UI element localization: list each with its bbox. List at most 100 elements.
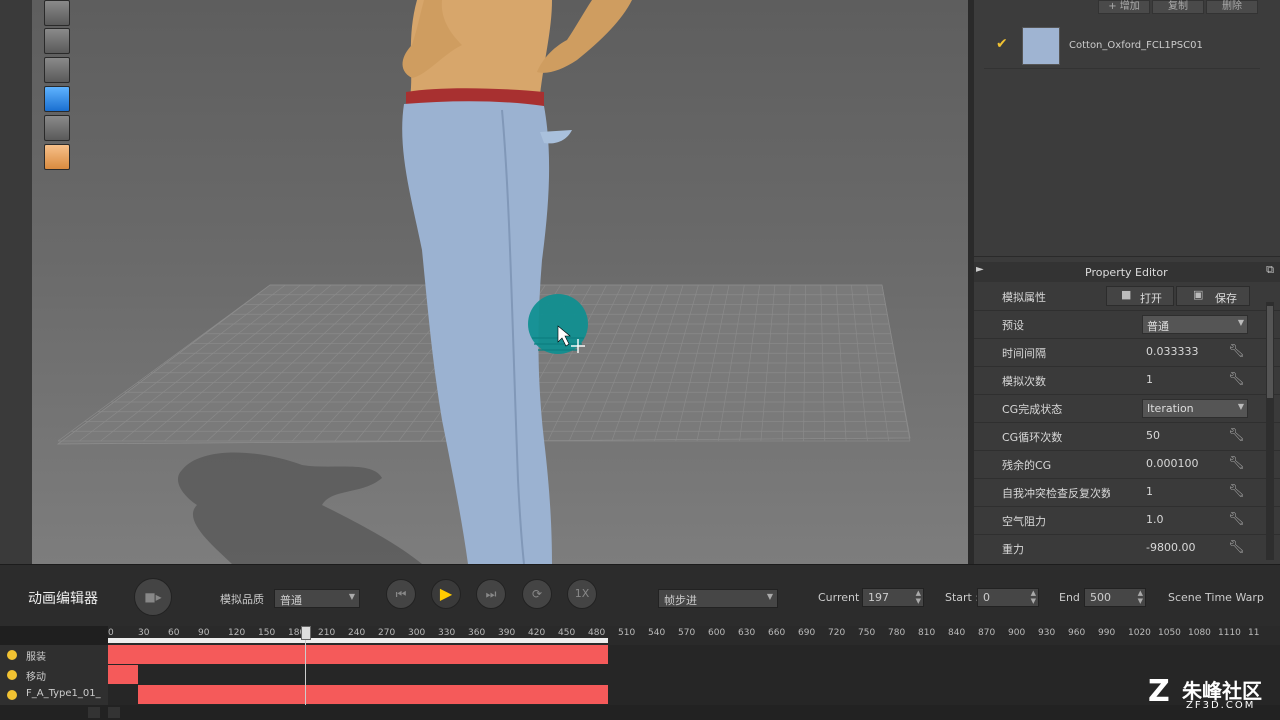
property-value[interactable]: 0.000100 (1146, 457, 1199, 470)
shirt-icon[interactable] (44, 28, 70, 54)
timeline-scrollbar[interactable] (0, 705, 1280, 720)
skip-back-button[interactable]: ⏮︎ (386, 579, 416, 609)
spinner-icon[interactable]: ▲ ▼ (916, 589, 921, 605)
wrench-icon[interactable]: 🔧︎ (1228, 456, 1245, 471)
property-value[interactable]: 0.033333 (1146, 345, 1199, 358)
playhead-handle[interactable] (301, 626, 311, 640)
track-clip[interactable] (138, 685, 608, 704)
fabric-swatch (1022, 27, 1060, 65)
play-button[interactable]: ▶ (431, 579, 461, 609)
property-value[interactable]: -9800.00 (1146, 541, 1195, 554)
cloth-icon[interactable] (44, 115, 70, 141)
cube-icon[interactable] (44, 86, 70, 112)
track-name: F_A_Type1_01_ (26, 688, 101, 699)
track-visibility-dot[interactable] (7, 670, 17, 680)
scroll-right-button[interactable] (108, 707, 120, 718)
shirt-icon[interactable] (44, 0, 70, 26)
start-frame-input[interactable]: 0 ▲ ▼ (977, 588, 1039, 607)
tick-label: 720 (828, 628, 846, 638)
folder-icon: ■ (1121, 288, 1132, 301)
step-mode-value: 帧步进 (664, 594, 697, 607)
property-value[interactable]: 1 (1146, 485, 1153, 498)
speed-button[interactable]: 1X (567, 579, 597, 609)
property-value[interactable]: 1 (1146, 373, 1153, 386)
play-icon: ▶ (439, 584, 453, 603)
collapse-arrow-icon[interactable]: ► (976, 264, 984, 275)
step-mode-select[interactable]: 帧步进 ▼ (658, 589, 778, 608)
tick-label: 330 (438, 628, 456, 638)
property-scrollbar[interactable] (1266, 302, 1274, 560)
tick-label: 990 (1098, 628, 1116, 638)
open-label: 打开 (1140, 292, 1162, 305)
wrench-icon[interactable]: 🔧︎ (1228, 372, 1245, 387)
current-frame-value: 197 (868, 591, 889, 604)
3d-viewport[interactable] (32, 0, 968, 564)
property-row-timestep: 时间间隔 0.033333 🔧︎ (974, 338, 1280, 367)
track-name: 移动 (26, 672, 46, 683)
tick-label: 810 (918, 628, 936, 638)
track-clip[interactable] (108, 665, 138, 684)
wrench-icon[interactable]: 🔧︎ (1228, 540, 1245, 555)
preset-select[interactable]: 普通 ▼ (1142, 315, 1248, 334)
tick-label: 120 (228, 628, 246, 638)
wrench-icon[interactable]: 🔧︎ (1228, 512, 1245, 527)
copy-button[interactable]: 复制 (1152, 0, 1204, 14)
loop-button[interactable]: ⟳ (522, 579, 552, 609)
track-name: 服装 (26, 652, 46, 663)
scrollbar-thumb[interactable] (1267, 306, 1273, 398)
property-row-cg-loop: CG循环次数 50 🔧︎ (974, 422, 1280, 451)
open-button[interactable]: ■ 打开 (1106, 286, 1174, 306)
property-row-residual-cg: 残余的CG 0.000100 🔧︎ (974, 450, 1280, 479)
property-editor: ► Property Editor ⧉ 模拟属性 ■ 打开 ▣ 保存 预设 普通… (974, 262, 1280, 564)
property-value[interactable]: 1.0 (1146, 513, 1164, 526)
scroll-left-button[interactable] (88, 707, 100, 718)
track-clip[interactable] (108, 645, 608, 664)
property-editor-header: ► Property Editor ⧉ (974, 262, 1280, 282)
property-label: 重力 (1002, 543, 1024, 556)
quality-select[interactable]: 普通 ▼ (274, 589, 360, 608)
property-label: 时间间隔 (1002, 347, 1046, 360)
spinner-icon[interactable]: ▲ ▼ (1031, 589, 1036, 605)
delete-button[interactable]: 删除 (1206, 0, 1258, 14)
wrench-icon[interactable]: 🔧︎ (1228, 428, 1245, 443)
add-button[interactable]: + 增加 (1098, 0, 1150, 14)
tick-label: 270 (378, 628, 396, 638)
avatar-face-icon[interactable] (44, 144, 70, 170)
tick-label: 240 (348, 628, 366, 638)
tick-label: 390 (498, 628, 516, 638)
save-button[interactable]: ▣ 保存 (1176, 286, 1250, 306)
end-frame-input[interactable]: 500 ▲ ▼ (1084, 588, 1146, 607)
track-visibility-dot[interactable] (7, 690, 17, 700)
wrench-icon[interactable]: 🔧︎ (1228, 344, 1245, 359)
tick-label: 1080 (1188, 628, 1211, 638)
save-icon: ▣ (1193, 288, 1204, 301)
record-camera-button[interactable]: ■▸ (134, 578, 172, 616)
wrench-icon[interactable]: 🔧︎ (1228, 484, 1245, 499)
cg-state-select[interactable]: Iteration ▼ (1142, 399, 1248, 418)
avatar-icon[interactable] (44, 57, 70, 83)
track-label[interactable]: 移动 (0, 665, 108, 685)
tick-label: 210 (318, 628, 336, 638)
track-visibility-dot[interactable] (7, 650, 17, 660)
track-label[interactable]: F_A_Type1_01_ (0, 685, 108, 705)
current-frame-input[interactable]: 197 ▲ ▼ (862, 588, 924, 607)
fabric-row[interactable]: ✔ Cotton_Oxford_FCL1PSC01 (984, 24, 1260, 69)
skip-forward-button[interactable]: ⏭︎ (476, 579, 506, 609)
spinner-icon[interactable]: ▲ ▼ (1138, 589, 1143, 605)
track-label[interactable]: 服装 (0, 645, 108, 665)
watermark: Z 朱峰社区 ZF3D.COM (1148, 674, 1274, 714)
start-frame-value: 0 (983, 591, 990, 604)
property-editor-title: Property Editor (1085, 266, 1168, 279)
tick-label: 750 (858, 628, 876, 638)
scene-time-warp-button[interactable]: Scene Time Warp (1168, 591, 1264, 604)
tick-label: 11 (1248, 628, 1260, 638)
popout-icon[interactable]: ⧉ (1266, 263, 1274, 277)
tick-label: 930 (1038, 628, 1056, 638)
skip-forward-icon: ⏭︎ (485, 587, 497, 601)
timeline-ruler[interactable]: 0 30 60 90 120 150 180 210 240 270 300 330 360 390 420… (108, 626, 1280, 645)
tick-label: 960 (1068, 628, 1086, 638)
check-icon: ✔ (996, 36, 1008, 52)
property-row-gravity: 重力 -9800.00 🔧︎ (974, 534, 1280, 564)
property-row-air-drag: 空气阻力 1.0 🔧︎ (974, 506, 1280, 535)
property-value[interactable]: 50 (1146, 429, 1160, 442)
